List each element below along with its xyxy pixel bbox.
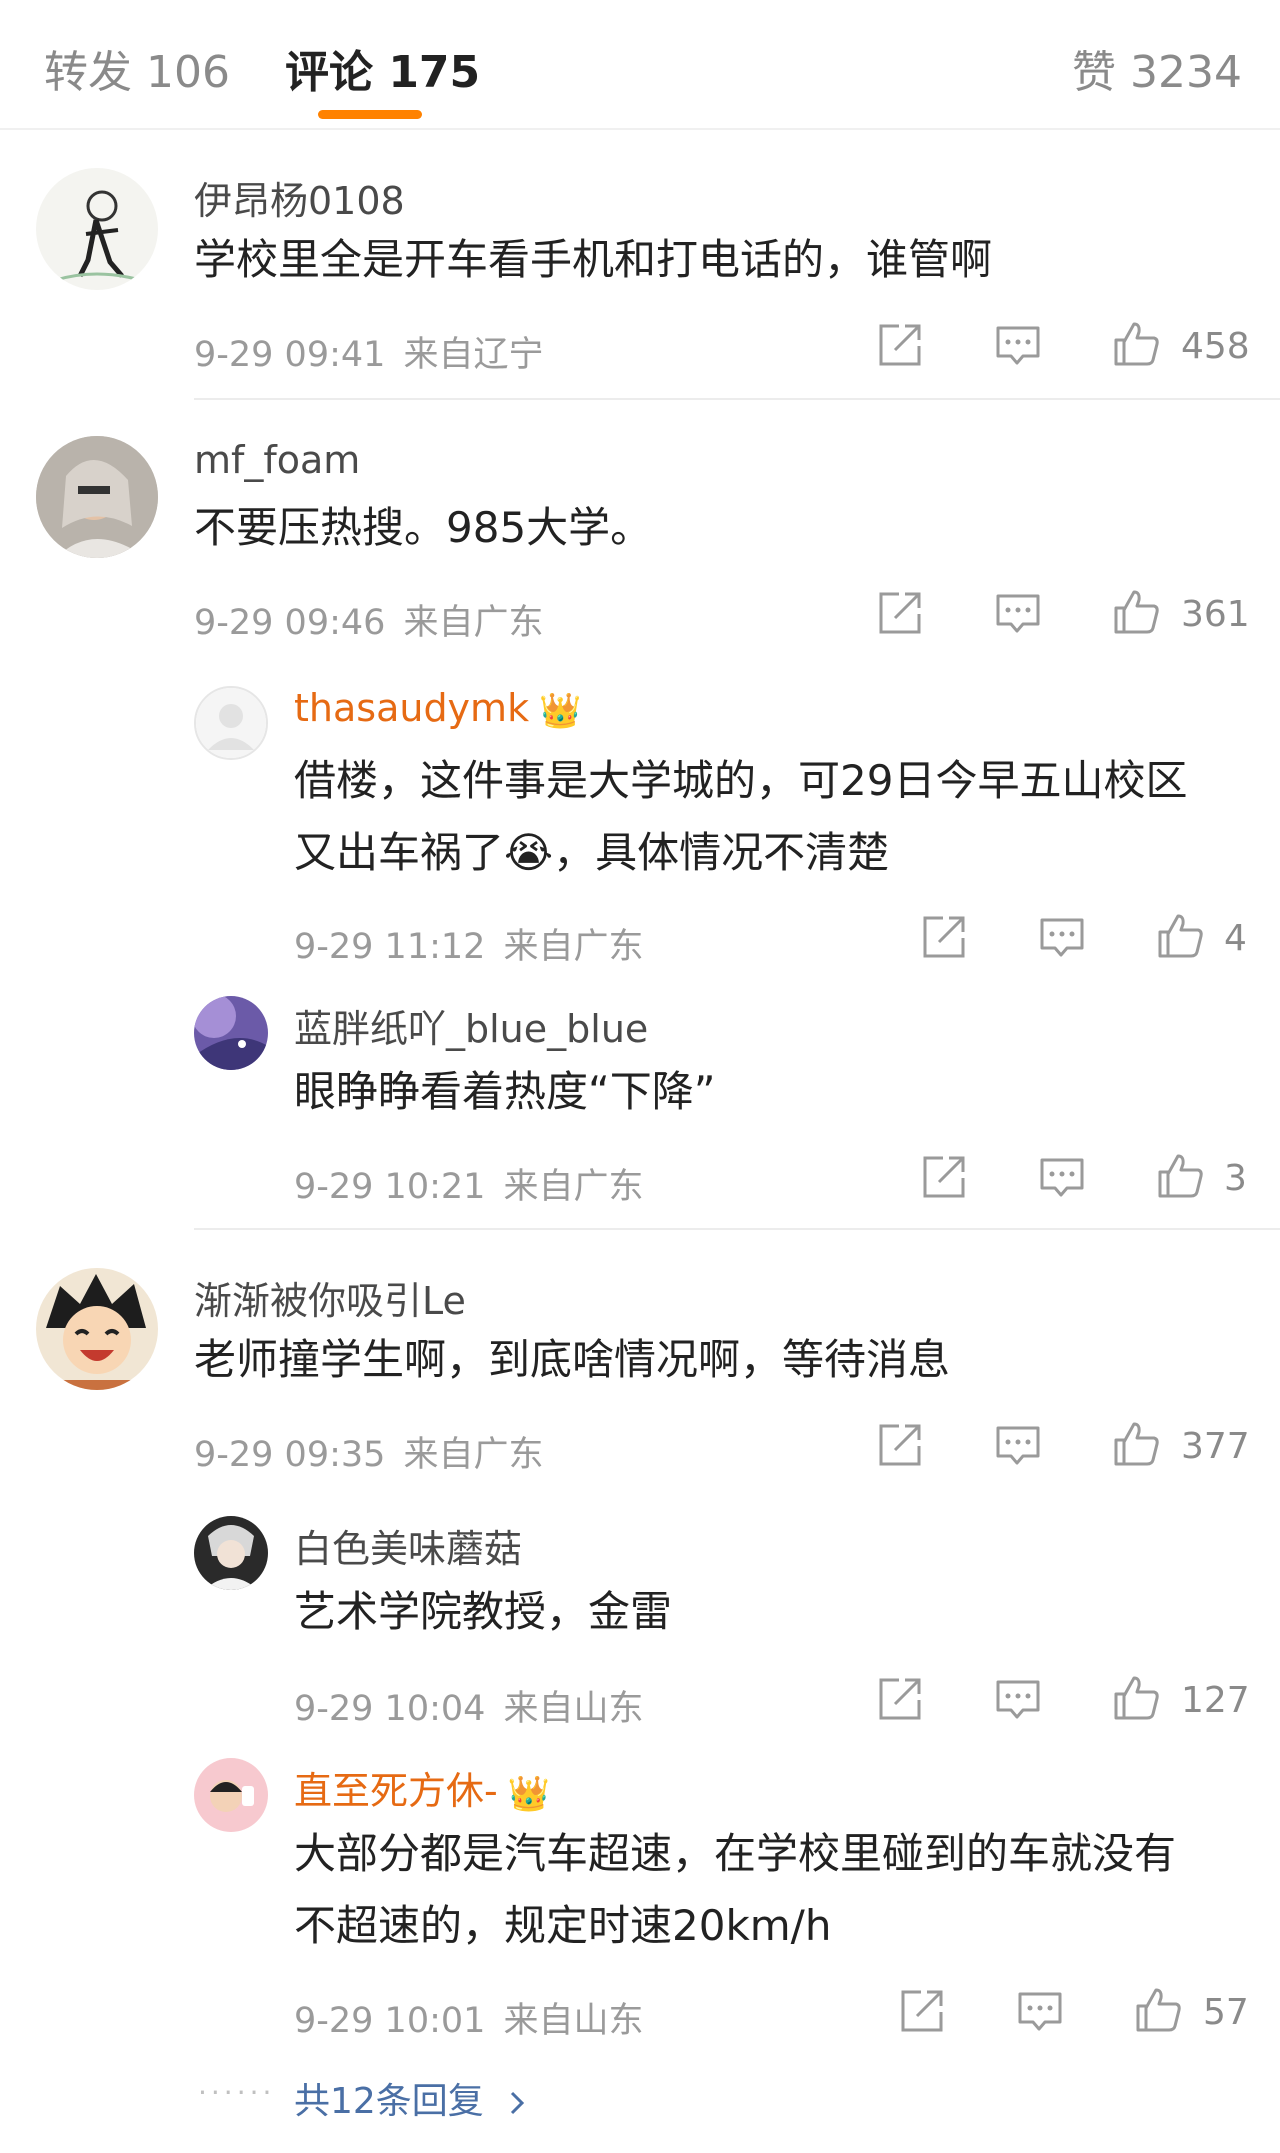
share-icon[interactable] (877, 590, 923, 636)
view-more-replies-link[interactable]: 共12条回复 (294, 2072, 531, 2124)
share-icon[interactable] (921, 914, 967, 960)
reply-meta: 9-29 10:01 来自山东 (294, 1992, 643, 2043)
like-count: 57 (1203, 1992, 1249, 2033)
share-icon[interactable] (877, 322, 923, 368)
reply-avatar[interactable] (194, 686, 268, 760)
timestamp: 9-29 09:41 (194, 335, 386, 375)
comment-icon[interactable] (1039, 914, 1085, 960)
avatar[interactable] (36, 168, 158, 290)
thumbs-up-icon[interactable] (1112, 1420, 1160, 1468)
timestamp: 9-29 09:46 (194, 603, 386, 643)
reply-text: 艺术学院教授，金雷 (294, 1587, 673, 1636)
thumbs-up-icon[interactable] (1156, 1152, 1204, 1200)
timestamp: 9-29 10:01 (294, 2001, 486, 2041)
reply-text: 眼睁睁看着热度“下降” (294, 1067, 716, 1116)
comment-icon[interactable] (995, 1422, 1041, 1468)
reply-username[interactable]: 直至死方休- 👑 (294, 1760, 550, 1815)
username[interactable]: mf_foam (194, 438, 360, 482)
reply-username[interactable]: thasaudymk 👑 (294, 686, 581, 731)
reply-avatar[interactable] (194, 1758, 268, 1832)
crown-badge-icon: 👑 (507, 1773, 551, 1814)
timestamp: 9-29 10:21 (294, 1167, 486, 1207)
crown-badge-icon: 👑 (539, 690, 582, 731)
reply-avatar[interactable] (194, 1516, 268, 1590)
share-icon[interactable] (877, 1422, 923, 1468)
comment-icon[interactable] (995, 322, 1041, 368)
tab-likes[interactable]: 赞 3234 (1072, 36, 1242, 100)
comment-icon[interactable] (1039, 1154, 1085, 1200)
share-icon[interactable] (921, 1154, 967, 1200)
location: 来自广东 (403, 1435, 544, 1475)
thumbs-up-icon[interactable] (1156, 912, 1204, 960)
reply-username[interactable]: 白色美味蘑菇 (294, 1518, 522, 1573)
tab-reposts[interactable]: 转发 106 (44, 36, 230, 100)
comment-icon[interactable] (995, 590, 1041, 636)
like-count: 4 (1224, 918, 1247, 959)
like-count: 127 (1181, 1680, 1250, 1721)
reply-meta: 9-29 10:04 来自山东 (294, 1680, 643, 1731)
reply-meta: 9-29 10:21 来自广东 (294, 1158, 643, 1209)
location: 来自山东 (503, 1689, 644, 1729)
like-count: 377 (1181, 1426, 1250, 1467)
thumbs-up-icon[interactable] (1112, 1674, 1160, 1722)
comment-meta: 9-29 09:41 来自辽宁 (194, 326, 543, 377)
location: 来自辽宁 (403, 335, 544, 375)
thumbs-up-icon[interactable] (1112, 588, 1160, 636)
comment-divider (194, 1228, 1280, 1230)
timestamp: 9-29 10:04 (294, 1689, 486, 1729)
location: 来自山东 (503, 2001, 644, 2041)
reply-text: 不超速的，规定时速20km/h (294, 1901, 832, 1950)
active-tab-indicator (318, 110, 422, 119)
reply-meta: 9-29 11:12 来自广东 (294, 918, 643, 969)
avatar[interactable] (36, 436, 158, 558)
tab-comments[interactable]: 评论 175 (285, 36, 480, 100)
location: 来自广东 (403, 603, 544, 643)
location: 来自广东 (503, 927, 644, 967)
timestamp: 9-29 11:12 (294, 927, 486, 967)
reply-text: 大部分都是汽车超速，在学校里碰到的车就没有 (294, 1829, 1177, 1878)
comment-text: 老师撞学生啊，到底啥情况啊，等待消息 (194, 1335, 951, 1384)
username[interactable]: 渐渐被你吸引Le (194, 1270, 466, 1325)
avatar[interactable] (36, 1268, 158, 1390)
like-count: 361 (1181, 594, 1250, 635)
like-count: 3 (1224, 1158, 1247, 1199)
comment-divider (194, 398, 1280, 400)
comment-icon[interactable] (995, 1676, 1041, 1722)
reply-avatar[interactable] (194, 996, 268, 1070)
username[interactable]: 伊昂杨0108 (194, 170, 405, 225)
comment-meta: 9-29 09:46 来自广东 (194, 594, 543, 645)
reply-text: 又出车祸了😭，具体情况不清楚 (294, 828, 890, 877)
comment-tabs: 转发 106 评论 175 赞 3234 (0, 0, 1280, 128)
like-count: 458 (1181, 326, 1250, 367)
comment-icon[interactable] (1017, 1988, 1063, 2034)
thumbs-up-icon[interactable] (1112, 320, 1160, 368)
comment-text: 不要压热搜。985大学。 (194, 503, 653, 552)
timestamp: 9-29 09:35 (194, 1435, 386, 1475)
comment-text: 学校里全是开车看手机和打电话的，谁管啊 (194, 235, 993, 284)
comment-meta: 9-29 09:35 来自广东 (194, 1426, 543, 1477)
location: 来自广东 (503, 1167, 644, 1207)
thumbs-up-icon[interactable] (1134, 1986, 1182, 2034)
header-divider (0, 128, 1280, 130)
share-icon[interactable] (877, 1676, 923, 1722)
share-icon[interactable] (899, 1988, 945, 2034)
more-replies-dots: ······ (198, 2076, 276, 2109)
reply-username[interactable]: 蓝胖纸吖_blue_blue (294, 998, 648, 1053)
chevron-right-icon (511, 2091, 525, 2115)
reply-text: 借楼，这件事是大学城的，可29日今早五山校区 (294, 756, 1188, 805)
